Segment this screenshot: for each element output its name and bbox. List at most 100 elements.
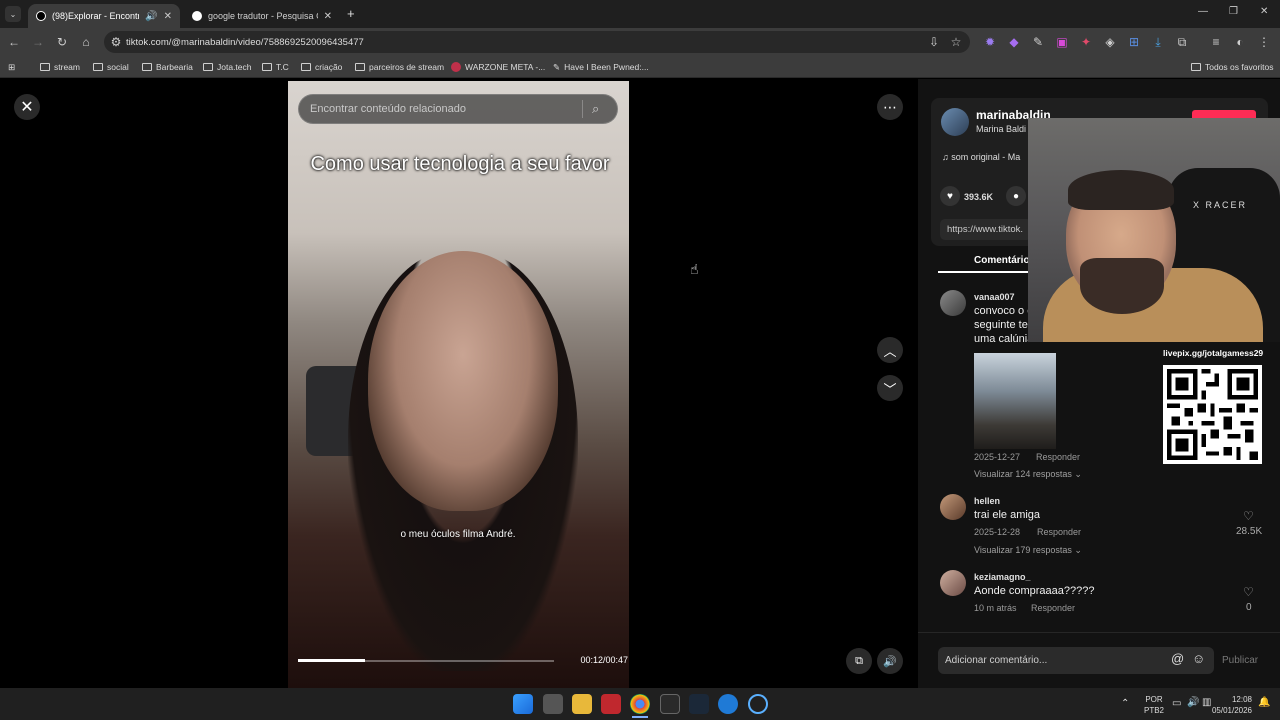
bookmark-parceiros[interactable]: parceiros de stream bbox=[355, 59, 444, 75]
start-icon[interactable] bbox=[513, 694, 533, 714]
reply-button[interactable]: Responder bbox=[1036, 452, 1080, 462]
author-avatar[interactable] bbox=[941, 108, 969, 136]
file-explorer-icon[interactable] bbox=[572, 694, 592, 714]
heart-icon[interactable]: ♥ bbox=[940, 186, 960, 206]
search-icon[interactable]: ⌕ bbox=[592, 101, 599, 117]
task-view-icon[interactable] bbox=[543, 694, 563, 714]
restore-button[interactable]: ❐ bbox=[1229, 6, 1238, 17]
bookmark-jotatech[interactable]: Jota.tech bbox=[203, 59, 252, 75]
comment-like-icon[interactable]: ♡ bbox=[1243, 585, 1254, 599]
menu-kebab-icon[interactable]: ⋮ bbox=[1256, 34, 1272, 50]
bookmark-hibp[interactable]: ✎ Have I Been Pwned:... bbox=[553, 59, 649, 75]
tab-tiktok[interactable]: (98)Explorar - Encontre seu 🔊 ✕ bbox=[28, 4, 180, 28]
comment-username[interactable]: vanaa007 bbox=[974, 292, 1015, 302]
folder-icon bbox=[1191, 63, 1201, 71]
home-icon[interactable]: ⌂ bbox=[78, 34, 94, 50]
chevron-up-icon[interactable]: ︿ bbox=[877, 337, 903, 363]
minimize-button[interactable]: — bbox=[1198, 6, 1208, 17]
new-tab-button[interactable]: + bbox=[347, 6, 355, 21]
epic-games-icon[interactable] bbox=[660, 694, 680, 714]
language-indicator[interactable]: POR PTB2 bbox=[1144, 694, 1164, 716]
chevron-down-icon: ⌄ bbox=[1074, 545, 1082, 555]
reply-button[interactable]: Responder bbox=[1037, 527, 1081, 537]
bookmark-label: Barbearia bbox=[156, 62, 193, 72]
extension-icon[interactable]: ▣ bbox=[1054, 34, 1070, 50]
view-replies[interactable]: Visualizar 124 respostas ⌄ bbox=[974, 469, 1082, 480]
close-tab-icon[interactable]: ✕ bbox=[164, 11, 172, 22]
commenter-avatar[interactable] bbox=[940, 494, 966, 520]
emoji-icon[interactable]: ☺ bbox=[1192, 651, 1205, 666]
tray-chevron-icon[interactable]: ⌃ bbox=[1121, 698, 1129, 709]
address-bar[interactable]: tiktok.com/@marinabaldin/video/758869252… bbox=[104, 31, 970, 53]
site-info-icon[interactable]: ⚙ bbox=[108, 34, 124, 50]
copilot-icon[interactable] bbox=[748, 694, 768, 714]
author-display-name: Marina Baldi bbox=[976, 124, 1027, 134]
back-icon[interactable]: ← bbox=[6, 34, 22, 50]
bookmark-label: Have I Been Pwned:... bbox=[564, 62, 649, 72]
bookmark-criacao[interactable]: criação bbox=[301, 59, 342, 75]
follow-button[interactable] bbox=[1192, 110, 1256, 118]
more-options-icon[interactable]: ⋯ bbox=[877, 94, 903, 120]
app-lightning-icon[interactable] bbox=[601, 694, 621, 714]
extension-icon[interactable]: ✹ bbox=[982, 34, 998, 50]
comment-username[interactable]: hellen bbox=[974, 496, 1000, 506]
extension-icon[interactable]: ◈ bbox=[1102, 34, 1118, 50]
extensions-puzzle-icon[interactable]: ⧉ bbox=[1174, 34, 1190, 50]
profile-icon[interactable]: ◐ bbox=[1232, 34, 1248, 50]
mouse-cursor-icon: ☝ bbox=[690, 261, 699, 277]
close-video-icon[interactable]: ✕ bbox=[14, 94, 40, 120]
comment-icon[interactable]: ● bbox=[1006, 186, 1026, 206]
translate-icon[interactable]: ⊞ bbox=[1126, 34, 1142, 50]
bookmark-barbearia[interactable]: Barbearia bbox=[142, 59, 193, 75]
related-search-input[interactable]: Encontrar conteúdo relacionado bbox=[298, 94, 618, 124]
clock[interactable]: 12:08 05/01/2026 bbox=[1210, 694, 1252, 716]
volume-icon[interactable]: 🔊 bbox=[877, 648, 903, 674]
chevron-down-icon[interactable]: ﹀ bbox=[877, 375, 903, 401]
view-replies[interactable]: Visualizar 179 respostas ⌄ bbox=[974, 545, 1082, 556]
commenter-avatar[interactable] bbox=[940, 290, 966, 316]
notification-icon[interactable]: 🔔 bbox=[1258, 697, 1270, 708]
bookmark-label: Jota.tech bbox=[217, 62, 252, 72]
apps-grid-icon[interactable]: ⊞ bbox=[8, 59, 15, 75]
eyedropper-icon[interactable]: ✎ bbox=[1030, 34, 1046, 50]
extension-icon[interactable]: ✦ bbox=[1078, 34, 1094, 50]
bookmark-stream[interactable]: stream bbox=[40, 59, 80, 75]
close-tab-icon[interactable]: ✕ bbox=[324, 11, 332, 22]
download-icon[interactable]: ⤓ bbox=[1150, 34, 1166, 50]
floating-player-icon[interactable]: ⧉ bbox=[846, 648, 872, 674]
commenter-avatar[interactable] bbox=[940, 570, 966, 596]
reload-icon[interactable]: ↻ bbox=[54, 34, 70, 50]
view-replies-label: Visualizar 179 respostas bbox=[974, 545, 1072, 555]
lang-secondary: PTB2 bbox=[1144, 706, 1165, 715]
tab-google[interactable]: google tradutor - Pesquisa Goo ✕ bbox=[184, 4, 340, 28]
speaker-icon[interactable]: 🔊 bbox=[145, 11, 157, 22]
tab-search-icon[interactable]: ⌄ bbox=[5, 6, 21, 22]
copy-link-field[interactable]: https://www.tiktok. bbox=[940, 219, 1032, 240]
volume-tray-icon[interactable]: 🔊 bbox=[1187, 697, 1199, 708]
sound-row[interactable]: ♫ som original - Ma bbox=[942, 152, 1020, 162]
all-favorites[interactable]: Todos os favoritos bbox=[1191, 59, 1274, 75]
reply-button[interactable]: Responder bbox=[1031, 603, 1075, 613]
search-divider bbox=[582, 100, 583, 118]
install-app-icon[interactable]: ⇩ bbox=[926, 34, 942, 50]
publish-button[interactable]: Publicar bbox=[1222, 655, 1258, 666]
battlenet-icon[interactable] bbox=[718, 694, 738, 714]
bookmark-social[interactable]: social bbox=[93, 59, 129, 75]
bookmark-tc[interactable]: T.C bbox=[262, 59, 289, 75]
bookmark-star-icon[interactable]: ☆ bbox=[948, 34, 964, 50]
network-icon[interactable]: ▭ bbox=[1172, 698, 1181, 709]
tab-comments[interactable]: Comentários bbox=[974, 255, 1035, 266]
hair-shape bbox=[1068, 170, 1174, 210]
steam-icon[interactable] bbox=[689, 694, 709, 714]
reading-list-icon[interactable]: ≡ bbox=[1208, 34, 1224, 50]
bookmark-warzone[interactable]: WARZONE META -... bbox=[451, 59, 545, 75]
comment-like-icon[interactable]: ♡ bbox=[1243, 509, 1254, 523]
close-window-button[interactable]: ✕ bbox=[1260, 6, 1268, 17]
chrome-icon[interactable] bbox=[630, 694, 650, 714]
video-caption: Como usar tecnologia a seu favor bbox=[310, 153, 610, 175]
forward-icon[interactable]: → bbox=[30, 34, 46, 50]
extension-icon[interactable]: ◆ bbox=[1006, 34, 1022, 50]
comment-image[interactable] bbox=[974, 353, 1056, 449]
mention-icon[interactable]: @ bbox=[1171, 651, 1184, 666]
comment-username[interactable]: keziamagno_ bbox=[974, 572, 1031, 582]
